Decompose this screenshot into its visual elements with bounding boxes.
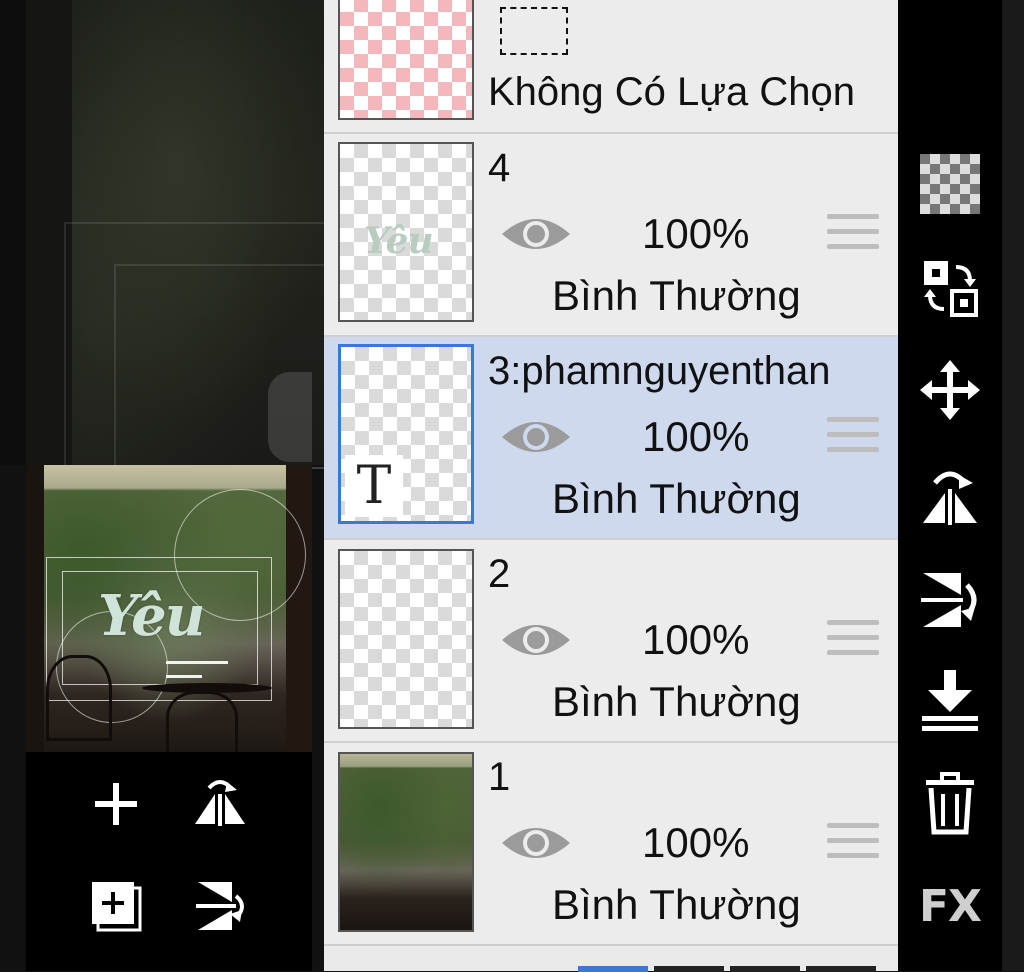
checkerboard-icon	[920, 154, 980, 214]
bottom-tab[interactable]	[654, 966, 724, 972]
layer-blend-mode[interactable]: Bình Thường	[552, 272, 801, 320]
canvas-frame-left	[0, 0, 26, 465]
layer-panel: Không Có Lựa Chọn Yêu 4 100% Bình Thường…	[324, 0, 898, 972]
layer-blend-mode[interactable]: Bình Thường	[552, 881, 801, 929]
layer-thumbnail: T	[338, 344, 474, 524]
left-toolbar	[26, 752, 312, 971]
add-layer-button[interactable]	[86, 774, 146, 834]
preview-chair	[166, 691, 238, 752]
drag-handle-icon[interactable]	[827, 214, 879, 259]
layer-thumbnail	[338, 549, 474, 729]
selection-marquee-icon	[500, 7, 568, 55]
flip-vertical-icon	[196, 882, 244, 930]
selection-layer-row[interactable]: Không Có Lựa Chọn	[324, 0, 898, 134]
layer-row[interactable]: 1 100% Bình Thường	[324, 743, 898, 946]
delete-layer-button[interactable]	[916, 770, 984, 838]
screen-edge	[1002, 0, 1024, 971]
canvas-area[interactable]: Yêu	[0, 0, 324, 971]
layer-name: 3:phamnguyenthan	[488, 349, 831, 393]
preview-chair	[46, 655, 112, 741]
merge-down-button[interactable]	[916, 666, 984, 734]
layer-opacity[interactable]: 100%	[642, 819, 749, 867]
move-button[interactable]	[916, 356, 984, 424]
layer-opacity[interactable]: 100%	[642, 616, 749, 664]
flip-horizontal-icon	[923, 471, 977, 525]
preview-window-frame-left	[26, 465, 44, 752]
flip-vertical-layer-button[interactable]	[916, 566, 984, 634]
right-toolbar: FX	[898, 0, 1002, 971]
selection-layer-thumbnail	[338, 0, 474, 120]
layer-name: 2	[488, 552, 511, 596]
navigator-preview[interactable]: Yêu	[26, 465, 312, 752]
drag-handle-icon[interactable]	[827, 417, 879, 462]
flip-horizontal-icon	[195, 780, 245, 826]
layer-row-selected[interactable]: T 3:phamnguyenthan 100% Bình Thường	[324, 337, 898, 540]
preview-small-caption-line	[166, 661, 228, 664]
visibility-eye-icon[interactable]	[500, 212, 572, 256]
text-layer-badge: T	[345, 455, 403, 517]
merge-down-icon	[922, 670, 978, 731]
preview-title-text: Yêu	[98, 583, 205, 649]
drag-handle-icon[interactable]	[827, 620, 879, 665]
fx-button[interactable]: FX	[916, 872, 984, 940]
bottom-tab[interactable]	[578, 966, 648, 972]
flip-vertical-button[interactable]	[190, 876, 250, 936]
drag-handle-icon[interactable]	[827, 823, 879, 868]
transparency-button[interactable]	[916, 150, 984, 218]
layer-thumbnail-text: Yêu	[364, 220, 434, 262]
layer-row[interactable]: Yêu 4 100% Bình Thường	[324, 134, 898, 337]
layer-blend-mode[interactable]: Bình Thường	[552, 678, 801, 726]
flip-horizontal-layer-button[interactable]	[916, 462, 984, 530]
visibility-eye-icon[interactable]	[500, 618, 572, 662]
layer-opacity[interactable]: 100%	[642, 413, 749, 461]
visibility-eye-icon[interactable]	[500, 821, 572, 865]
plus-icon	[95, 783, 137, 825]
layer-name: 1	[488, 755, 511, 799]
layer-thumbnail: Yêu	[338, 142, 474, 322]
selection-layer-label: Không Có Lựa Chọn	[488, 70, 856, 114]
preview-window-frame-right	[286, 465, 312, 752]
move-arrows-icon	[920, 360, 980, 420]
fx-label: FX	[919, 880, 982, 932]
preview-small-caption-line	[166, 675, 202, 678]
swap-icon	[924, 261, 978, 317]
bottom-tab[interactable]	[806, 966, 876, 972]
swap-layers-button[interactable]	[916, 254, 984, 322]
canvas-scroll-handle[interactable]	[268, 372, 312, 462]
flip-horizontal-button[interactable]	[190, 774, 250, 834]
duplicate-layer-button[interactable]	[86, 876, 146, 936]
bottom-tab[interactable]	[730, 966, 800, 972]
layer-row[interactable]: 2 100% Bình Thường	[324, 540, 898, 743]
layer-thumbnail	[338, 752, 474, 932]
layer-opacity[interactable]: 100%	[642, 210, 749, 258]
flip-vertical-icon	[921, 573, 977, 627]
layer-name: 4	[488, 146, 511, 190]
trash-icon	[926, 772, 974, 835]
layer-blend-mode[interactable]: Bình Thường	[552, 475, 801, 523]
add-layer-copy-icon	[92, 882, 142, 932]
visibility-eye-icon[interactable]	[500, 415, 572, 459]
